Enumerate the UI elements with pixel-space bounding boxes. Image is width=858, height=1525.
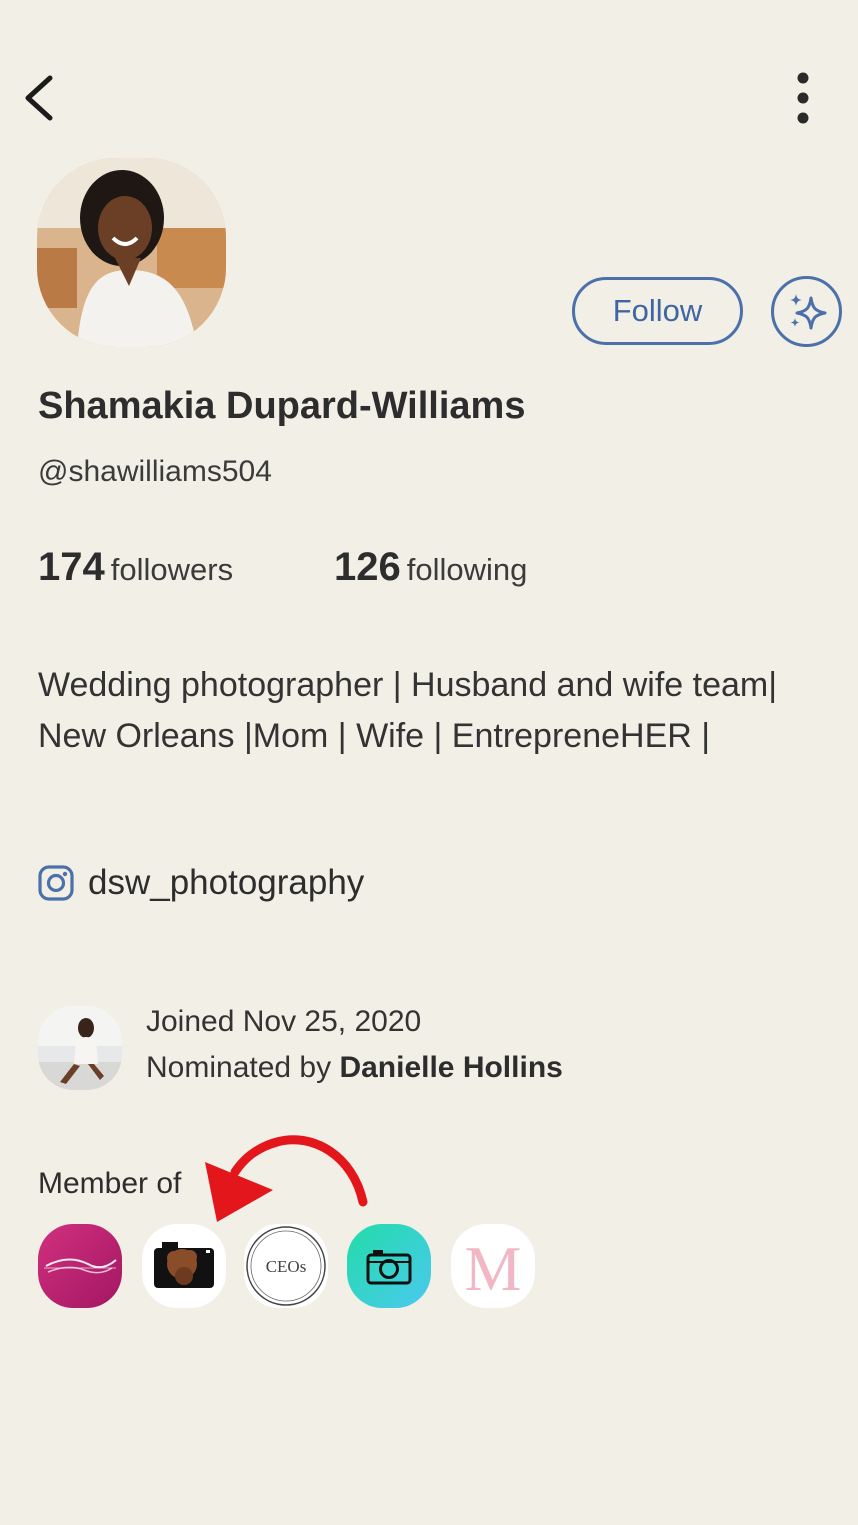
follow-button[interactable]: Follow bbox=[572, 277, 743, 345]
nominated-by: Nominated by Danielle Hollins bbox=[146, 1051, 563, 1085]
nominator-name[interactable]: Danielle Hollins bbox=[339, 1051, 562, 1084]
svg-text:M: M bbox=[465, 1233, 522, 1304]
club-blkwomen[interactable] bbox=[38, 1224, 122, 1308]
profile-name: Shamakia Dupard-Williams bbox=[38, 385, 526, 427]
profile-avatar[interactable] bbox=[37, 158, 226, 347]
vertical-ellipsis-icon bbox=[797, 72, 809, 124]
chevron-left-icon bbox=[25, 75, 53, 121]
following-stat[interactable]: 126 following bbox=[334, 545, 527, 590]
blkwomen-logo bbox=[44, 1258, 117, 1274]
member-of-label: Member of bbox=[38, 1167, 182, 1200]
followers-stat[interactable]: 174 followers bbox=[38, 545, 233, 590]
nominated-prefix: Nominated by bbox=[146, 1051, 340, 1084]
profile-handle: @shawilliams504 bbox=[38, 455, 272, 488]
sparkle-icon bbox=[789, 293, 826, 329]
red-annotation-arrow bbox=[205, 1135, 368, 1222]
svg-text:CEOs: CEOs bbox=[266, 1257, 307, 1276]
joined-date: Joined Nov 25, 2020 bbox=[146, 1005, 422, 1038]
sparkle-button[interactable] bbox=[771, 276, 842, 347]
nominator-avatar[interactable] bbox=[38, 1006, 122, 1090]
m-logo: M bbox=[465, 1233, 522, 1304]
profile-bio: Wedding photographer | Husband and wife … bbox=[38, 666, 778, 755]
instagram-handle: dsw_photography bbox=[88, 863, 365, 902]
following-label: following bbox=[406, 552, 528, 587]
following-count: 126 bbox=[334, 545, 401, 589]
instagram-link[interactable]: dsw_photography bbox=[38, 860, 364, 906]
instagram-icon bbox=[38, 865, 74, 901]
followers-label: followers bbox=[110, 552, 234, 587]
followers-count: 174 bbox=[38, 545, 105, 589]
club-m[interactable]: M bbox=[451, 1224, 535, 1308]
back-button[interactable] bbox=[14, 70, 64, 126]
camera-icon bbox=[366, 1250, 412, 1285]
more-options-button[interactable] bbox=[780, 66, 826, 130]
